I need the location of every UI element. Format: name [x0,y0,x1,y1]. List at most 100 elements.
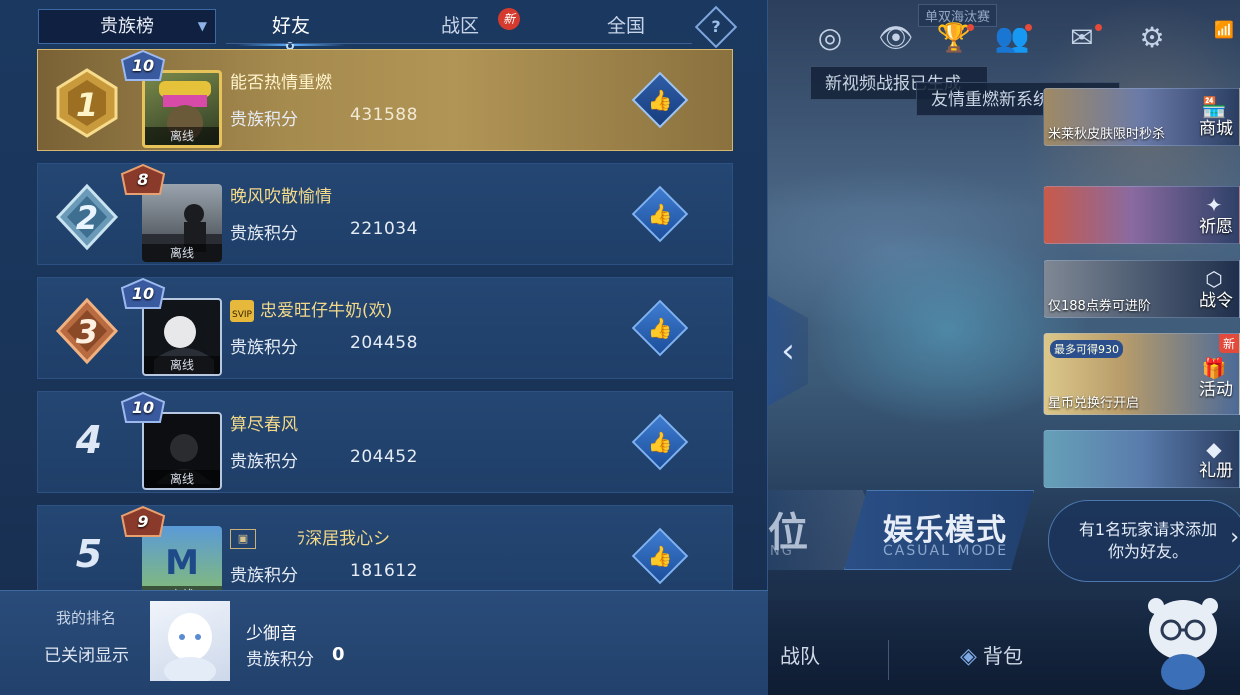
like-button[interactable]: 👍 [631,299,689,357]
tab-label: 战区 [440,15,479,37]
leaderboard-row[interactable]: 3 离线 10 SVIP 忠爱旺仔牛奶(欢) 贵族积分 204458 👍 [37,277,733,379]
tab-bar: 贵族榜 ▼ 好友 战区 新 全国 ? [0,0,768,50]
target-icon[interactable]: ◎ [812,20,848,56]
my-name: 少御音 [246,624,297,644]
friends-icon[interactable]: 👥 [994,20,1032,56]
side-card-caption: 星币兑换行开启 [1048,396,1140,411]
mascot-icon[interactable] [1138,590,1228,690]
leaderboard-panel: 贵族榜 ▼ 好友 战区 新 全国 ? 1 离线 10 能否热情重燃 贵族积分 4… [0,0,768,695]
dropdown-label: 贵族榜 [100,16,154,37]
new-badge: 新 [498,8,520,30]
side-card-event[interactable]: 最多可得930 新 🎁 星币兑换行开启 活动 [1043,333,1240,415]
like-button[interactable]: 👍 [631,185,689,243]
lobby-background: 单双海汰赛 ◎ 👁 🏆 👥 ✉ ⚙ 📶 新视频战报已生成 友情重燃新系统上线 🏪… [768,0,1240,695]
player-name-wrap: SVIP 忠爱旺仔牛奶(欢) [230,296,392,322]
rank-number: 2 [76,199,98,237]
score-value: 181612 [350,561,418,581]
leaderboard-row[interactable]: 1 离线 10 能否热情重燃 贵族积分 431588 👍 [37,49,733,151]
player-name: ﾠﾠ ﾗ深居我心シ [260,529,391,549]
level-badge-icon [120,506,166,537]
bag-label: 背包 [982,644,1023,668]
rank-medal-icon: 2 [55,183,119,251]
new-badge: 新 [1218,334,1239,353]
like-button[interactable]: 👍 [631,527,689,585]
level-badge-icon [120,164,166,195]
ranked-mode-sublabel: NG [770,544,794,559]
my-avatar[interactable] [150,601,230,681]
rank-medal-icon: 1 [56,68,118,138]
tab-divider [226,43,692,44]
score-label: 贵族积分 [230,110,298,130]
casual-mode-button[interactable]: 娱乐模式 CASUAL MODE [844,490,1034,570]
side-card-battlepass[interactable]: ⬡ 仅188点券可进阶 战令 [1043,260,1240,318]
thumbs-up-icon: 👍 [647,88,673,112]
thumbs-up-icon: 👍 [647,316,673,340]
gear-icon[interactable]: ⚙ [1134,20,1170,56]
score-value: 221034 [350,219,418,239]
side-card-label: 战令 [1199,291,1233,311]
casual-mode-sublabel: CASUAL MODE [883,543,1009,559]
my-rank-footer: 我的排名 已关闭显示 少御音 贵族积分 0 [0,590,768,695]
vip-icon: SVIP [230,300,254,322]
my-score: 0 [332,644,345,665]
signal-icon: 📶 [1214,20,1234,39]
thumbs-up-icon: 👍 [647,544,673,568]
tab-zone[interactable]: 战区 新 [400,8,520,42]
offline-label: 离线 [144,356,220,374]
leaderboard-dropdown[interactable]: 贵族榜 ▼ [38,9,216,44]
help-symbol: ? [711,17,721,36]
level-badge-icon [120,50,166,81]
my-score-label: 贵族积分 [246,650,314,670]
rank-number: 1 [76,86,98,124]
leaderboard-row[interactable]: 4 离线 10 算尽春风 贵族积分 204452 👍 [37,391,733,493]
leaderboard-row[interactable]: 2 离线 8 晚风吹散愉情 贵族积分 221034 👍 [37,163,733,265]
mail-icon[interactable]: ✉ [1064,20,1102,56]
rank-number: 4 [75,418,103,462]
bag-button[interactable]: ◈ 背包 [960,640,1023,669]
tab-label: 全国 [606,15,645,37]
dropdown-caret-icon: ▼ [197,19,207,33]
like-button[interactable]: 👍 [631,413,689,471]
player-name: 能否热情重燃 [230,73,332,93]
bag-icon: ◈ [960,644,977,669]
collapse-chevron-icon[interactable]: ‹ [768,296,808,406]
side-card-label: 商城 [1199,119,1233,139]
trophy-icon[interactable]: 🏆 [936,20,974,56]
eye-icon[interactable]: 👁 [878,20,914,56]
tab-friends[interactable]: 好友 [226,10,356,50]
rank-number: 3 [76,313,98,351]
side-card-caption: 米莱秋皮肤限时秒杀 [1048,127,1166,142]
divider [888,640,889,680]
team-button[interactable]: 战队 [780,640,820,669]
side-card-shop[interactable]: 🏪 米莱秋皮肤限时秒杀 商城 [1043,88,1240,146]
offline-label: 离线 [144,470,220,488]
side-card-label: 活动 [1199,380,1233,400]
side-card-label: 祈愿 [1199,217,1233,237]
rank-medal-icon: 3 [55,297,119,365]
name-tag-icon: ▣ [230,529,256,549]
level-badge-icon [120,392,166,423]
chevron-right-icon: › [1230,525,1239,550]
help-icon[interactable]: ? [694,5,738,49]
score-value: 431588 [350,105,418,125]
thumbs-up-icon: 👍 [647,430,673,454]
my-rank-status: 已关闭显示 [44,646,129,666]
friend-request-bubble[interactable]: 有1名玩家请求添加你为好友。 › [1048,500,1240,582]
tab-national[interactable]: 全国 [566,10,686,42]
score-label: 贵族积分 [230,566,298,586]
my-rank-label: 我的排名 [56,609,117,627]
tab-label: 好友 [271,15,310,37]
thumbs-up-icon: 👍 [647,202,673,226]
side-card-label: 礼册 [1199,461,1233,481]
side-card-wish[interactable]: ✦ 祈愿 [1043,186,1240,244]
score-label: 贵族积分 [230,224,298,244]
svg-text:M: M [165,543,199,583]
side-card-caption: 仅188点券可进阶 [1048,299,1151,314]
event-mini-tag: 最多可得930 [1050,340,1123,358]
player-name: 忠爱旺仔牛奶(欢) [260,301,393,321]
side-card-giftbook[interactable]: ◆ 礼册 [1043,430,1240,488]
player-name-wrap: ▣ ﾠﾠ ﾗ深居我心シ [230,524,390,549]
friend-request-text: 有1名玩家请求添加你为好友。 [1078,520,1218,561]
score-label: 贵族积分 [230,338,298,358]
like-button[interactable]: 👍 [631,71,689,129]
